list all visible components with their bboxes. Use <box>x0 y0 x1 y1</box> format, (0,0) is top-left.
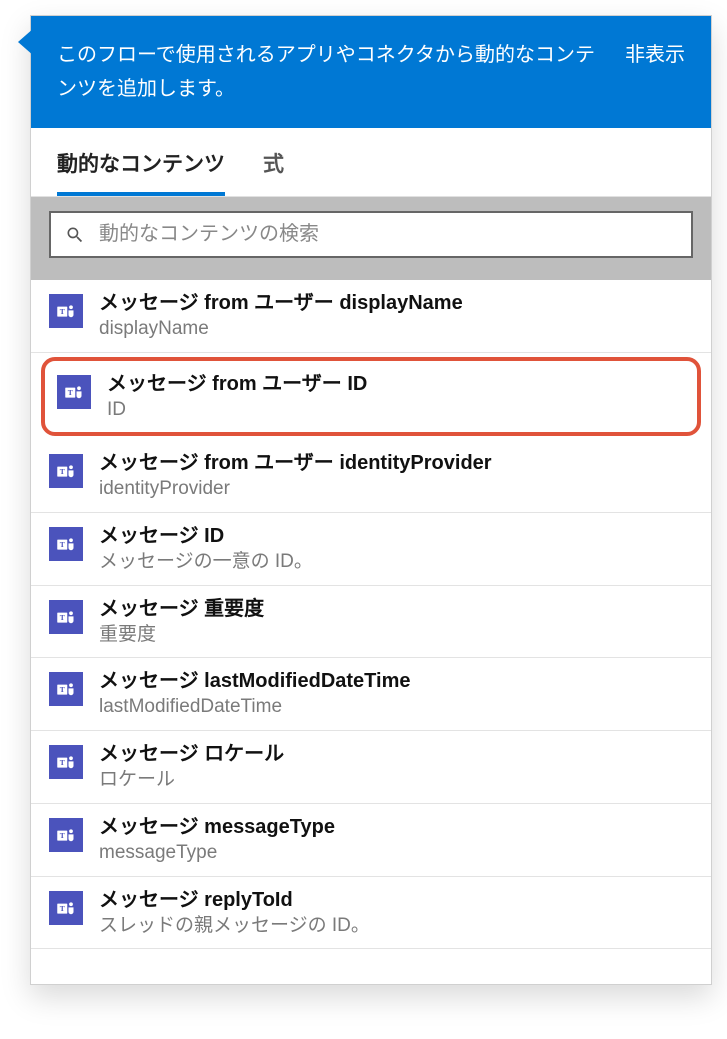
tab-dynamic-content[interactable]: 動的なコンテンツ <box>57 128 225 196</box>
item-text: メッセージ 重要度重要度 <box>99 596 693 648</box>
teams-icon: T <box>49 600 83 634</box>
header-description: このフローで使用されるアプリやコネクタから動的なコンテンツを追加します。 <box>57 38 625 106</box>
panel-header: このフローで使用されるアプリやコネクタから動的なコンテンツを追加します。 非表示 <box>31 16 711 128</box>
list-item[interactable]: T メッセージ replyToIdスレッドの親メッセージの ID。 <box>31 877 711 950</box>
item-title: メッセージ replyToId <box>99 887 693 914</box>
svg-text:T: T <box>60 904 65 913</box>
item-title: メッセージ lastModifiedDateTime <box>99 668 693 695</box>
item-description: lastModifiedDateTime <box>99 695 693 720</box>
item-text: メッセージ IDメッセージの一意の ID。 <box>99 523 693 575</box>
teams-icon: T <box>49 818 83 852</box>
search-icon <box>65 225 85 245</box>
teams-icon: T <box>49 672 83 706</box>
item-description: スレッドの親メッセージの ID。 <box>99 914 693 939</box>
list-item[interactable]: T メッセージ IDメッセージの一意の ID。 <box>31 513 711 586</box>
teams-icon: T <box>57 375 91 409</box>
tab-expression[interactable]: 式 <box>263 128 284 196</box>
item-title: メッセージ from ユーザー ID <box>107 371 685 398</box>
item-text: メッセージ from ユーザー identityProvideridentity… <box>99 450 693 502</box>
search-container <box>31 197 711 280</box>
teams-icon: T <box>49 891 83 925</box>
list-item[interactable]: T メッセージ from ユーザー identityProvideridentit… <box>31 440 711 513</box>
item-text: メッセージ from ユーザー IDID <box>107 371 685 423</box>
item-title: メッセージ messageType <box>99 814 693 841</box>
item-description: displayName <box>99 317 693 342</box>
hide-button[interactable]: 非表示 <box>625 38 685 106</box>
item-text: メッセージ messageTypemessageType <box>99 814 693 866</box>
svg-text:T: T <box>60 831 65 840</box>
item-description: ID <box>107 398 685 423</box>
item-text: メッセージ ロケールロケール <box>99 741 693 793</box>
list-item[interactable]: T メッセージ ロケールロケール <box>31 731 711 804</box>
list-item[interactable]: T メッセージ lastModifiedDateTimelastModifiedD… <box>31 658 711 731</box>
list-item[interactable]: T メッセージ 重要度重要度 <box>31 586 711 659</box>
list-item[interactable]: T メッセージ messageTypemessageType <box>31 804 711 877</box>
dynamic-content-panel: このフローで使用されるアプリやコネクタから動的なコンテンツを追加します。 非表示… <box>30 15 712 985</box>
svg-text:T: T <box>68 388 73 397</box>
item-title: メッセージ from ユーザー identityProvider <box>99 450 693 477</box>
item-text: メッセージ replyToIdスレッドの親メッセージの ID。 <box>99 887 693 939</box>
item-title: メッセージ ID <box>99 523 693 550</box>
item-description: ロケール <box>99 768 693 793</box>
item-description: 重要度 <box>99 623 693 648</box>
content-list: Tメッセージ from ユーザー displayNamedisplayNameT… <box>31 280 711 949</box>
item-title: メッセージ from ユーザー displayName <box>99 290 693 317</box>
teams-icon: T <box>49 745 83 779</box>
svg-text:T: T <box>60 686 65 695</box>
svg-text:T: T <box>60 307 65 316</box>
item-title: メッセージ ロケール <box>99 741 693 768</box>
teams-icon: T <box>49 294 83 328</box>
tab-bar: 動的なコンテンツ 式 <box>31 128 711 197</box>
list-item[interactable]: T メッセージ from ユーザー displayNamedisplayName <box>31 280 711 353</box>
item-description: メッセージの一意の ID。 <box>99 550 693 575</box>
teams-icon: T <box>49 454 83 488</box>
item-text: メッセージ from ユーザー displayNamedisplayName <box>99 290 693 342</box>
svg-text:T: T <box>60 758 65 767</box>
callout-arrow <box>18 28 34 56</box>
svg-text:T: T <box>60 540 65 549</box>
list-item[interactable]: T メッセージ from ユーザー IDID <box>41 357 701 437</box>
svg-text:T: T <box>60 468 65 477</box>
search-box[interactable] <box>49 211 693 258</box>
item-description: identityProvider <box>99 477 693 502</box>
search-input[interactable] <box>99 223 677 246</box>
svg-text:T: T <box>60 613 65 622</box>
item-description: messageType <box>99 841 693 866</box>
item-text: メッセージ lastModifiedDateTimelastModifiedDa… <box>99 668 693 720</box>
teams-icon: T <box>49 527 83 561</box>
item-title: メッセージ 重要度 <box>99 596 693 623</box>
